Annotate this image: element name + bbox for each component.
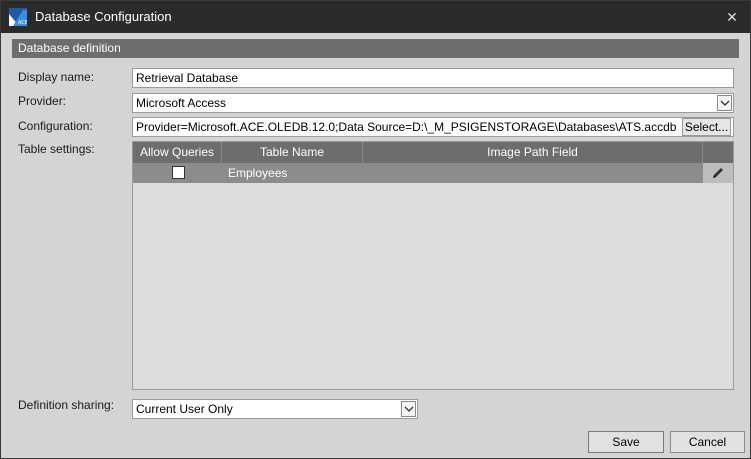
chevron-down-icon[interactable] — [717, 95, 732, 111]
column-header-table-name[interactable]: Table Name — [222, 142, 363, 163]
edit-row-button[interactable] — [703, 163, 733, 183]
column-header-allow-queries[interactable]: Allow Queries — [133, 142, 222, 163]
table-settings-label: Table settings: — [18, 142, 95, 156]
column-header-edit — [703, 142, 733, 163]
grid-header: Allow Queries Table Name Image Path Fiel… — [133, 142, 733, 163]
column-header-image-path-field[interactable]: Image Path Field — [363, 142, 703, 163]
svg-text:ACE: ACE — [18, 20, 27, 26]
select-button[interactable]: Select... — [682, 118, 731, 136]
save-button[interactable]: Save — [588, 431, 664, 453]
table-settings-grid: Allow Queries Table Name Image Path Fiel… — [132, 141, 734, 390]
definition-sharing-label: Definition sharing: — [18, 398, 115, 412]
dialog-content: Database definition Display name: Retrie… — [1, 33, 750, 458]
database-configuration-window: ACE Database Configuration ✕ Database de… — [0, 0, 751, 459]
provider-dropdown[interactable]: Microsoft Access — [132, 93, 734, 113]
table-name-cell: Employees — [228, 166, 288, 180]
display-name-label: Display name: — [18, 70, 95, 84]
window-title: Database Configuration — [35, 9, 172, 24]
display-name-field[interactable]: Retrieval Database — [132, 68, 734, 88]
allow-queries-checkbox[interactable] — [172, 166, 185, 179]
configuration-value: Provider=Microsoft.ACE.OLEDB.12.0;Data S… — [136, 120, 677, 134]
title-bar: ACE Database Configuration ✕ — [1, 1, 750, 33]
close-button[interactable]: ✕ — [720, 5, 744, 29]
chevron-down-icon[interactable] — [401, 401, 416, 417]
ace-logo-icon: ACE — [9, 8, 28, 26]
configuration-field[interactable]: Provider=Microsoft.ACE.OLEDB.12.0;Data S… — [132, 117, 734, 137]
provider-label: Provider: — [18, 94, 67, 108]
definition-sharing-value: Current User Only — [136, 402, 233, 416]
image-path-field-cell[interactable] — [369, 163, 699, 183]
cancel-button[interactable]: Cancel — [670, 431, 745, 453]
section-header: Database definition — [12, 39, 739, 58]
provider-value: Microsoft Access — [136, 96, 227, 110]
configuration-label: Configuration: — [18, 119, 93, 133]
definition-sharing-dropdown[interactable]: Current User Only — [132, 399, 418, 419]
allow-queries-cell — [133, 163, 222, 183]
table-row[interactable]: Employees — [133, 163, 733, 183]
